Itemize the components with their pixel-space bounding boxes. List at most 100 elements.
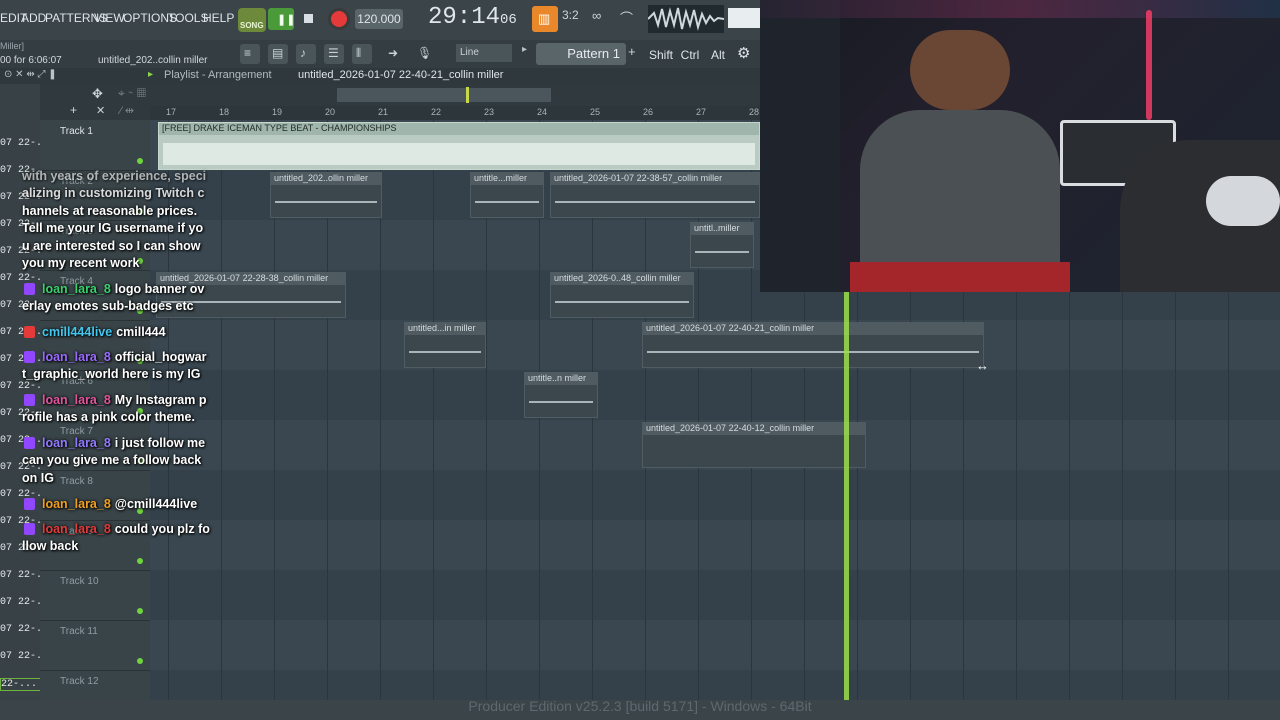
- step-edit-button[interactable]: 3:2: [562, 8, 584, 30]
- timeline-ruler[interactable]: 17 18 19 20 21 22 23 24 25 26 27 28: [150, 106, 760, 120]
- song-mode-toggle[interactable]: SONG: [238, 8, 266, 32]
- clip-title: untitled...in miller: [405, 323, 485, 335]
- menu-add[interactable]: ADD: [21, 11, 46, 25]
- audio-clip[interactable]: [FREE] DRAKE ICEMAN TYPE BEAT - CHAMPION…: [158, 122, 760, 170]
- alt-key-button[interactable]: Alt: [706, 45, 730, 65]
- chat-username: loan_lara_8: [42, 497, 111, 511]
- webcam-neon-light: [1146, 10, 1152, 120]
- audio-clip[interactable]: untitled...in miller: [404, 322, 486, 368]
- track-mute-led[interactable]: [137, 608, 143, 614]
- add-track-icon[interactable]: +: [70, 103, 77, 117]
- wait-icon: ⌒: [620, 11, 634, 26]
- menu-view[interactable]: VIEW: [94, 11, 125, 25]
- wait-input-button[interactable]: ⌒: [620, 8, 644, 30]
- ruler-tick: 24: [537, 107, 548, 117]
- metronome-button[interactable]: ∞: [592, 8, 616, 30]
- ctrl-key-button[interactable]: Ctrl: [678, 45, 702, 65]
- chat-text: alizing in customizing Twitch c: [22, 186, 205, 200]
- picker-item-selected[interactable]: 22-...: [0, 678, 42, 691]
- chat-message-text: My Instagram p: [114, 393, 207, 407]
- clip-title: untitled_2026-01-07 22-38-57_collin mill…: [551, 173, 759, 185]
- camera-icon: [24, 326, 35, 338]
- chat-message-cont: can you give me a follow back: [22, 453, 202, 467]
- chat-username: cmill444live: [42, 325, 113, 339]
- clip-waveform: [555, 201, 755, 203]
- settings-button[interactable]: ⚙: [737, 44, 757, 64]
- clip-waveform: [409, 351, 481, 353]
- audio-clip[interactable]: untitled_2026-01-07 22-40-21_collin mill…: [642, 322, 984, 368]
- chat-username: loan_lara_8: [42, 436, 111, 450]
- add-pattern-button[interactable]: +: [628, 44, 640, 62]
- chat-overlay: with years of experience, speci alizing …: [0, 165, 230, 565]
- arrow-tool-button[interactable]: ➜: [384, 44, 404, 64]
- ruler-tick: 19: [272, 107, 283, 117]
- piano-roll-icon: ♪: [300, 46, 306, 60]
- chat-message-text: official_hogwar: [114, 350, 207, 364]
- picker-item[interactable]: 07 22-...: [0, 624, 40, 635]
- record-icon: [331, 11, 347, 27]
- clip-waveform: [695, 251, 749, 253]
- webcam-person-body: [860, 110, 1060, 280]
- record-button[interactable]: [328, 8, 350, 30]
- shift-key-button[interactable]: Shift: [648, 45, 674, 65]
- brush-icon[interactable]: ⁄ ⇹: [120, 104, 134, 117]
- chat-text: u are interested so I can show: [22, 239, 201, 253]
- audio-clip[interactable]: untitle..n miller: [524, 372, 598, 418]
- clip-waveform: [275, 201, 377, 203]
- playlist-arrow-icon: ▸: [148, 69, 154, 80]
- clip-title: untitled_2026-0..48_collin miller: [551, 273, 693, 285]
- picker-item[interactable]: 07 22-...: [0, 570, 40, 581]
- playhead-marker[interactable]: [844, 292, 849, 700]
- pattern-prev-button[interactable]: ▸: [522, 44, 532, 62]
- picker-item[interactable]: 07 22-...: [0, 651, 40, 662]
- options-icon[interactable]: ⊙ ✕ ⇹ ⤢ ❚: [4, 69, 57, 80]
- track-mute-led[interactable]: [137, 658, 143, 664]
- twitch-icon: [24, 437, 35, 449]
- cpu-meter: [728, 8, 760, 28]
- audio-clip[interactable]: untitled_2026-01-07 22-40-12_collin mill…: [642, 422, 866, 468]
- track-label: Track 1: [60, 126, 93, 137]
- audio-clip[interactable]: untitle...miller: [470, 172, 544, 218]
- menu-help[interactable]: HELP: [203, 11, 234, 25]
- audio-clip[interactable]: untitled_202..ollin miller: [270, 172, 382, 218]
- step-edit-icon: 3:2: [562, 8, 579, 22]
- time-display[interactable]: 29:1406: [428, 4, 518, 34]
- audio-clip[interactable]: untitled_2026-01-07 22-38-57_collin mill…: [550, 172, 760, 218]
- grid-row: [150, 470, 1280, 521]
- browser-button[interactable]: ☰: [324, 44, 344, 64]
- chat-text: Tell me your IG username if yo: [22, 221, 204, 235]
- tempo-display[interactable]: 120.000: [355, 9, 403, 29]
- ruler-tick: 22: [431, 107, 442, 117]
- close-icon[interactable]: ✕: [96, 104, 105, 117]
- chat-message: loan_lara_8 i just follow me: [42, 435, 205, 452]
- snap-select[interactable]: Line: [456, 44, 512, 62]
- horizontal-scrollbar[interactable]: [337, 88, 551, 102]
- clip-waveform: [647, 351, 979, 353]
- track-header[interactable]: Track 10: [40, 570, 150, 621]
- pause-button[interactable]: ❚❚: [268, 8, 295, 30]
- typing-keyboard-button[interactable]: ▥: [532, 6, 558, 32]
- clip-title: untitled_2026-01-07 22-40-21_collin mill…: [643, 323, 983, 335]
- hint-top: Miller]: [0, 41, 24, 51]
- picker-item[interactable]: 07 22-...: [0, 138, 40, 149]
- move-icon[interactable]: ✥: [92, 86, 103, 102]
- playlist-window-button[interactable]: ≡: [240, 44, 260, 64]
- stop-button[interactable]: [298, 8, 320, 30]
- track-header[interactable]: Track 11: [40, 620, 150, 671]
- audio-clip[interactable]: untitled_2026-0..48_collin miller: [550, 272, 694, 318]
- track-mute-led[interactable]: [137, 158, 143, 164]
- magnet-icon[interactable]: ⌖ ⌁ ▦: [118, 86, 146, 101]
- chat-message: loan_lara_8 could you plz fo: [42, 521, 210, 538]
- webcam-shelf: [760, 0, 840, 292]
- twitch-icon: [24, 283, 35, 295]
- audio-clip[interactable]: untitl..miller: [690, 222, 754, 268]
- piano-roll-button[interactable]: ♪: [296, 44, 316, 64]
- track-header[interactable]: Track 1: [40, 120, 150, 171]
- mixer-button[interactable]: ⫴: [352, 44, 372, 64]
- channel-rack-button[interactable]: ▤: [268, 44, 288, 64]
- picker-item[interactable]: 07 22-...: [0, 597, 40, 608]
- track-header[interactable]: Track 12: [40, 670, 150, 700]
- mic-button[interactable]: 🎙: [412, 44, 432, 64]
- playlist-header: ⊙ ✕ ⇹ ⤢ ❚ ▸ Playlist - Arrangement untit…: [0, 68, 760, 84]
- pattern-selector[interactable]: Pattern 1: [536, 43, 626, 65]
